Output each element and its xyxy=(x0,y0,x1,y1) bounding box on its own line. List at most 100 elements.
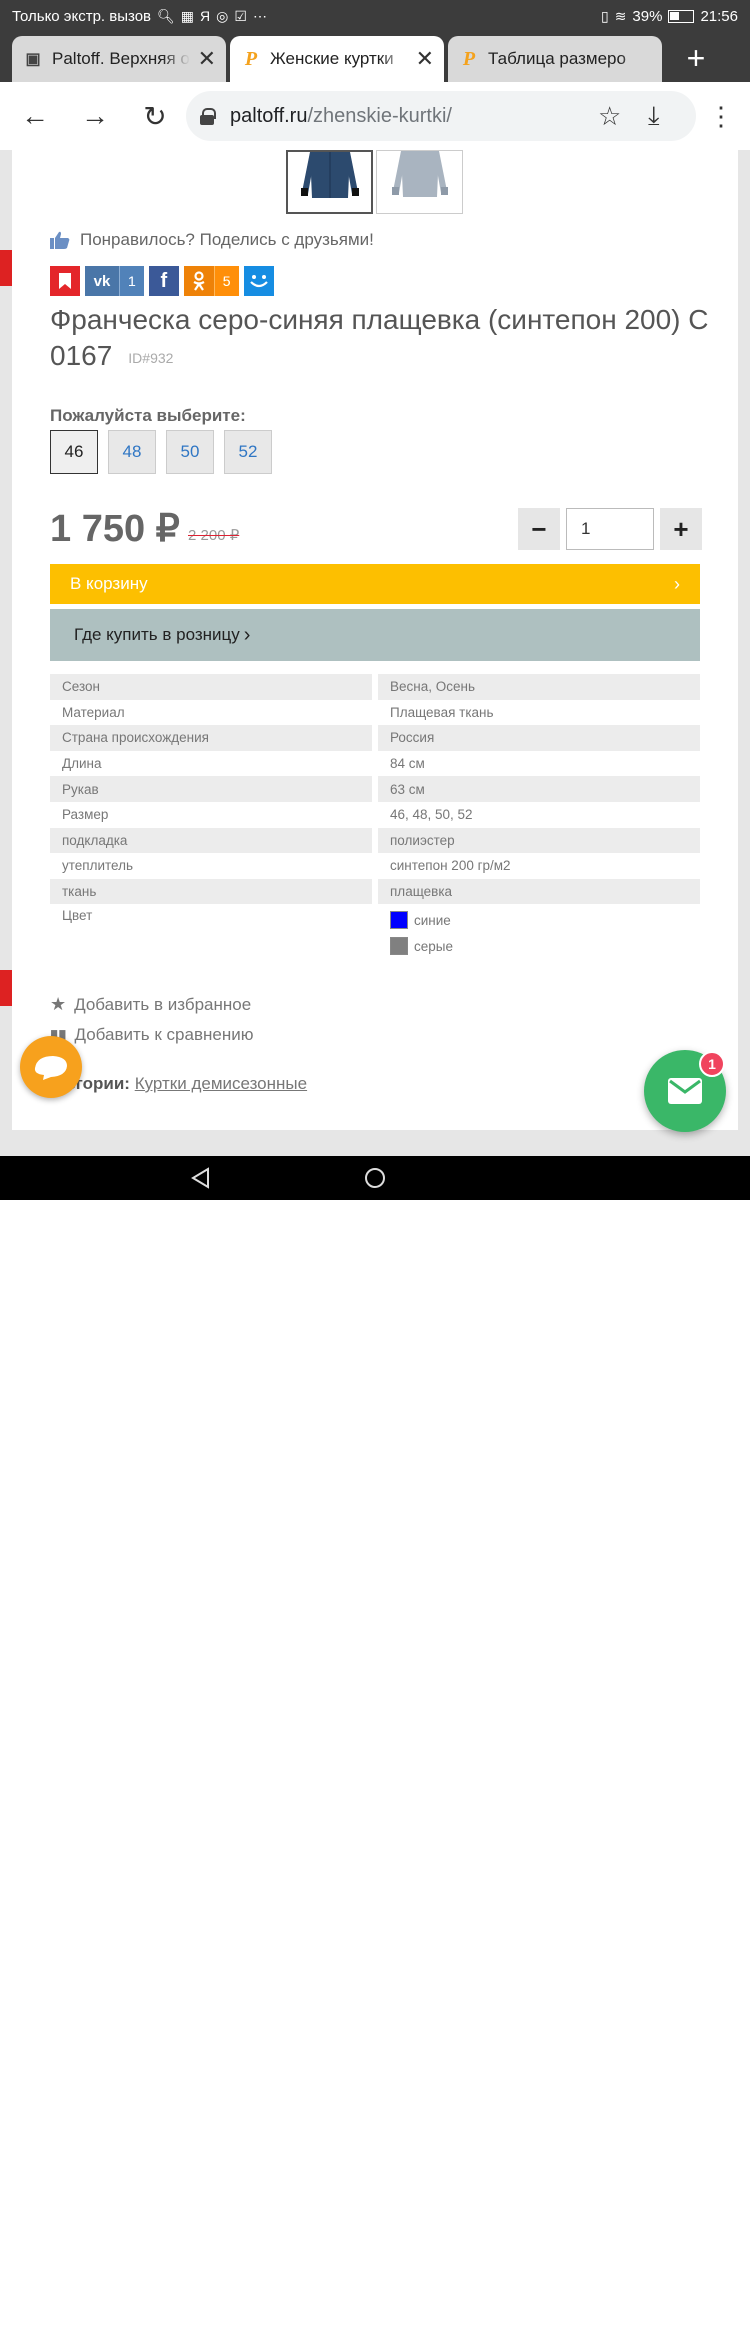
page-viewport: Понравилось? Поделись с друзьями! vk 1 f… xyxy=(0,150,750,1156)
product-price: 1 750 ₽ xyxy=(50,508,180,550)
url-host: paltoff.ru xyxy=(230,104,308,127)
tab-size-table[interactable]: P Таблица размеро xyxy=(448,36,662,82)
android-status-bar: Только экстр. вызов 🔍︎ ▦ Я ◎ ☑ ⋯ ▯ ≋ 39%… xyxy=(0,0,750,32)
table-row: Размер 46, 48, 50, 52 xyxy=(50,802,700,828)
quantity-stepper: − + xyxy=(518,508,702,550)
size-option-46[interactable]: 46 xyxy=(50,430,98,474)
facebook-share-button[interactable]: f xyxy=(148,266,179,296)
tab-title: Таблица размеро xyxy=(488,49,626,68)
vk-share-button[interactable]: vk 1 xyxy=(85,266,144,296)
size-option-50[interactable]: 50 xyxy=(166,430,214,474)
property-name: Размер xyxy=(62,807,109,823)
odnoklassniki-icon xyxy=(184,266,214,296)
reload-icon[interactable]: ↻ xyxy=(130,91,180,141)
table-row: Длина 84 см xyxy=(50,751,700,777)
chrome-notification-icon: ◎ xyxy=(216,7,229,24)
categories-row: тегории: Куртки демисезонные xyxy=(58,1074,307,1094)
color-option-blue[interactable]: синие xyxy=(390,907,451,933)
table-row: Страна происхождения Россия xyxy=(50,725,700,751)
property-value: Россия xyxy=(378,725,700,751)
color-label: синие xyxy=(414,912,451,928)
product-id: ID#932 xyxy=(128,349,174,366)
browser-tab-strip: ▣ Paltoff. Верхняя о ✕ P Женские куртки … xyxy=(0,32,750,82)
property-value-colors: синие серые xyxy=(378,904,700,962)
quantity-decrease-button[interactable]: − xyxy=(518,508,560,550)
product-title: Франческа серо-синяя плащевка (синтепон … xyxy=(50,302,710,376)
property-name: Длина xyxy=(62,756,102,772)
new-tab-icon[interactable]: + xyxy=(676,40,716,76)
close-tab-icon[interactable]: ✕ xyxy=(416,46,434,72)
search-notification-icon: 🔍︎ xyxy=(157,7,175,24)
size-option-52[interactable]: 52 xyxy=(224,430,272,474)
tab-paltoff-home[interactable]: ▣ Paltoff. Верхняя о ✕ xyxy=(12,36,226,82)
paltoff-p-icon: P xyxy=(244,47,258,70)
product-old-price: 2 200 ₽ xyxy=(188,527,240,544)
size-option-48[interactable]: 48 xyxy=(108,430,156,474)
star-icon: ★ xyxy=(50,994,67,1014)
where-to-buy-retail-button[interactable]: Где купить в розницу › xyxy=(50,609,700,661)
envelope-icon xyxy=(668,1078,702,1104)
product-properties-table: Сезон Весна, Осень Материал Плащевая тка… xyxy=(50,674,700,962)
quantity-input[interactable] xyxy=(566,508,654,550)
bookmark-icon xyxy=(50,266,80,296)
color-option-gray[interactable]: серые xyxy=(390,933,453,959)
wifi-icon: ≋ xyxy=(614,7,627,24)
forward-arrow-icon[interactable]: → xyxy=(70,91,120,141)
table-row: подкладка полиэстер xyxy=(50,827,700,854)
tab-title: Женские куртки xyxy=(270,49,394,68)
vk-share-count: 1 xyxy=(119,266,144,296)
nav-back-icon[interactable] xyxy=(180,1156,220,1200)
add-to-compare-link[interactable]: ▮▮ Добавить к сравнению xyxy=(50,1025,253,1045)
nav-home-icon[interactable] xyxy=(355,1156,395,1200)
product-thumbnail-blue[interactable] xyxy=(286,150,373,214)
thumbs-up-icon xyxy=(50,231,70,249)
property-value: 63 см xyxy=(378,776,700,802)
wallet-icon: ▣ xyxy=(25,51,41,68)
carrier-text: Только экстр. вызов xyxy=(12,7,152,25)
size-selector: 46 48 50 52 xyxy=(50,430,272,474)
share-prompt-text: Понравилось? Поделись с друзьями! xyxy=(80,230,374,249)
table-row: Цвет синие серые xyxy=(50,904,700,962)
lock-icon xyxy=(200,108,216,125)
quantity-increase-button[interactable]: + xyxy=(660,508,702,550)
address-bar[interactable]: paltoff.ru/zhenskie-kurtki/ ☆ ⤓ xyxy=(186,91,696,141)
side-banner-edge xyxy=(0,250,12,286)
watermark-text: ДелаемПокупки.Ру xyxy=(500,2313,736,2344)
where-to-buy-label: Где купить в розницу xyxy=(74,625,240,644)
battery-percent: 39% xyxy=(632,7,663,25)
wallet-icon: ▣ xyxy=(470,2313,495,2344)
share-prompt: Понравилось? Поделись с друзьями! xyxy=(50,230,374,250)
url-path: /zhenskie-kurtki/ xyxy=(307,104,452,127)
property-name: ткань xyxy=(50,878,372,905)
add-to-cart-button[interactable]: В корзину › xyxy=(50,564,700,604)
close-tab-icon[interactable]: ✕ xyxy=(198,46,216,72)
product-card: Понравилось? Поделись с друзьями! vk 1 f… xyxy=(12,150,738,1130)
table-row: утеплитель синтепон 200 гр/м2 xyxy=(50,853,700,879)
add-to-favorites-link[interactable]: ★ Добавить в избранное xyxy=(50,994,251,1015)
moimir-icon xyxy=(244,266,274,296)
property-name: утеплитель xyxy=(62,858,134,874)
property-name: Страна происхождения xyxy=(50,725,372,751)
browser-menu-icon[interactable]: ⋮ xyxy=(706,82,736,150)
tab-womens-jackets[interactable]: P Женские куртки ✕ xyxy=(230,36,444,82)
odnoklassniki-share-button[interactable]: 5 xyxy=(183,266,239,296)
site-watermark: ▣ ДелаемПокупки.Ру xyxy=(470,2313,736,2344)
size-choose-label: Пожалуйста выберите: xyxy=(50,406,246,425)
bookmark-star-icon[interactable]: ☆ xyxy=(598,91,621,141)
bookmark-share-button[interactable] xyxy=(50,266,80,296)
add-to-cart-label: В корзину xyxy=(70,574,148,593)
social-share-bar: vk 1 f 5 xyxy=(50,266,274,296)
battery-icon xyxy=(668,9,695,23)
download-icon[interactable]: ⤓ xyxy=(648,91,660,141)
moimir-share-button[interactable] xyxy=(243,266,274,296)
browser-toolbar: ← → ↻ paltoff.ru/zhenskie-kurtki/ ☆ ⤓ ⋮ xyxy=(0,82,750,150)
color-label: серые xyxy=(414,938,453,954)
category-link[interactable]: Куртки демисезонные xyxy=(135,1074,307,1093)
table-row: Сезон Весна, Осень xyxy=(50,674,700,700)
callback-widget-button[interactable] xyxy=(20,1036,82,1098)
back-arrow-icon[interactable]: ← xyxy=(10,91,60,141)
add-to-favorites-label: Добавить в избранное xyxy=(74,994,252,1014)
property-value: плащевка xyxy=(378,878,700,905)
vibrate-icon: ▯ xyxy=(600,7,609,24)
product-thumbnail-gray[interactable] xyxy=(376,150,463,214)
